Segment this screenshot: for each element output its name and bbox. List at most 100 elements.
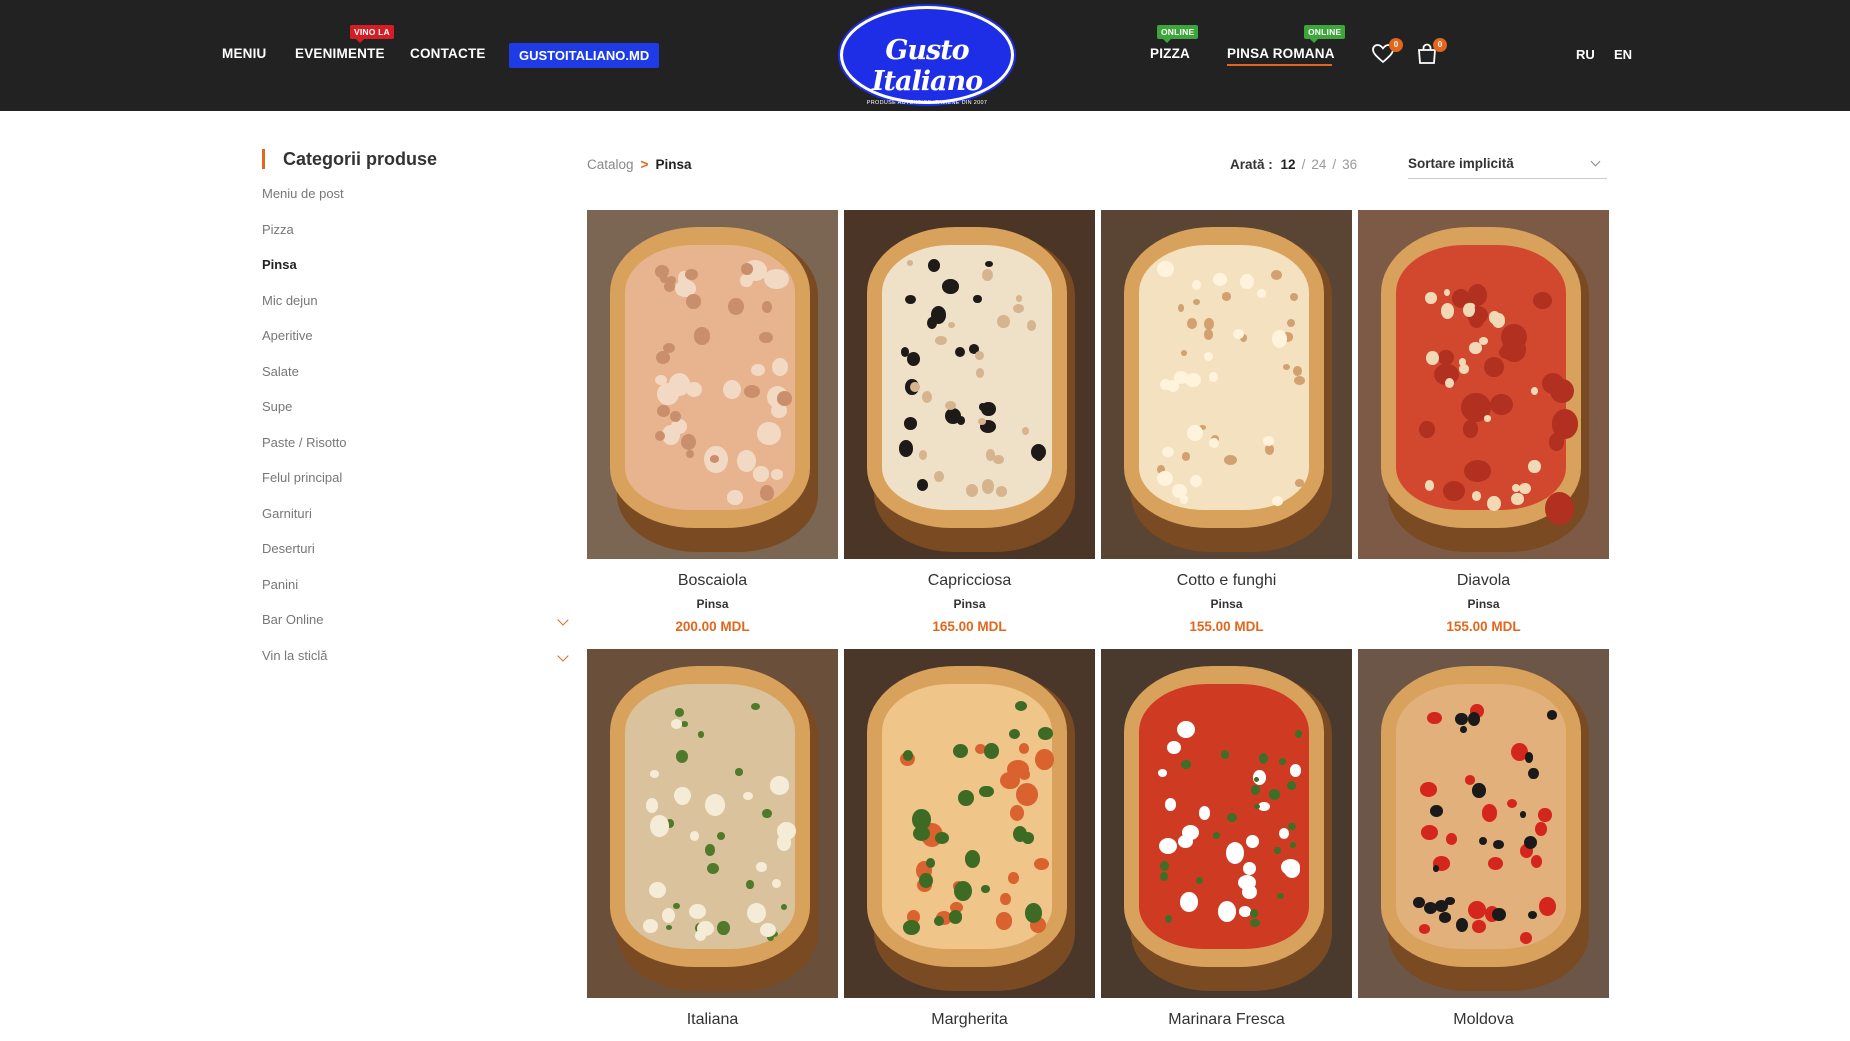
topping-piece <box>744 384 761 398</box>
product-card[interactable]: Moldova <box>1358 649 1609 1039</box>
topping-details <box>587 649 838 998</box>
per-page-option[interactable]: 12 <box>1281 157 1296 172</box>
category-item[interactable]: Mic dejun <box>262 293 567 329</box>
cart-button[interactable]: 0 <box>1415 38 1447 66</box>
topping-piece <box>1440 303 1455 320</box>
topping-piece <box>1237 874 1256 891</box>
topping-piece <box>1459 725 1467 734</box>
topping-piece <box>935 832 950 844</box>
category-item-vin[interactable]: Vin la sticlă <box>262 648 569 684</box>
topping-piece <box>674 708 684 717</box>
product-name[interactable]: Capricciosa <box>844 572 1095 592</box>
product-card[interactable]: Margherita <box>844 649 1095 1039</box>
nav-meniu[interactable]: MENIU <box>222 46 267 61</box>
product-name[interactable]: Marinara Fresca <box>1101 1011 1352 1031</box>
topping-piece <box>1224 454 1237 465</box>
category-item-active[interactable]: Pinsa <box>262 257 567 293</box>
product-card[interactable]: Diavola Pinsa 155.00 MDL <box>1358 210 1609 634</box>
per-page-option[interactable]: 24 <box>1311 157 1326 172</box>
chevron-down-icon[interactable] <box>557 649 569 662</box>
topping-piece <box>654 431 665 441</box>
category-item-bar-online[interactable]: Bar Online <box>262 612 569 648</box>
product-name[interactable]: Boscaiola <box>587 572 838 592</box>
lang-en[interactable]: EN <box>1614 47 1632 62</box>
topping-piece <box>981 479 994 494</box>
wishlist-button[interactable]: 0 <box>1371 38 1403 66</box>
topping-piece <box>1282 363 1290 370</box>
topping-piece <box>737 449 756 472</box>
topping-piece <box>759 485 774 501</box>
topping-piece <box>912 808 931 830</box>
category-item[interactable]: Deserturi <box>262 541 567 577</box>
topping-piece <box>1426 712 1442 725</box>
nav-pinsa-romana[interactable]: PINSA ROMANA <box>1227 46 1335 61</box>
nav-pizza[interactable]: PIZZA <box>1150 46 1190 61</box>
topping-piece <box>680 433 696 450</box>
product-image[interactable] <box>844 210 1095 559</box>
product-category[interactable]: Pinsa <box>587 597 838 611</box>
topping-piece <box>935 335 947 346</box>
product-card[interactable]: Italiana <box>587 649 838 1039</box>
topping-piece <box>997 314 1011 329</box>
product-category[interactable]: Pinsa <box>1358 597 1609 611</box>
product-category[interactable]: Pinsa <box>844 597 1095 611</box>
topping-piece <box>903 417 917 430</box>
topping-piece <box>1008 728 1021 740</box>
category-item[interactable]: Felul principal <box>262 470 567 506</box>
topping-piece <box>1443 288 1451 296</box>
chevron-down-icon[interactable] <box>557 614 569 626</box>
category-item[interactable]: Paste / Risotto <box>262 435 567 471</box>
product-card[interactable]: Marinara Fresca <box>1101 649 1352 1039</box>
nav-contacte[interactable]: CONTACTE <box>410 46 486 61</box>
topping-piece <box>1034 452 1044 462</box>
logo[interactable]: Gusto Italiano PRODUSE AUTENTICE ITALIEN… <box>840 6 1014 106</box>
topping-piece <box>1165 914 1173 923</box>
product-image[interactable] <box>1358 649 1609 998</box>
breadcrumb-current: Pinsa <box>655 157 692 172</box>
topping-piece <box>1209 438 1219 449</box>
topping-piece <box>1191 279 1202 290</box>
sort-value: Sortare implicită <box>1408 156 1514 171</box>
topping-piece <box>1258 752 1269 764</box>
topping-piece <box>1492 907 1507 922</box>
topping-piece <box>1464 460 1492 482</box>
category-item[interactable]: Panini <box>262 577 567 613</box>
topping-piece <box>1288 822 1296 831</box>
product-image[interactable] <box>1101 210 1352 559</box>
topping-piece <box>776 834 791 851</box>
product-image[interactable] <box>1358 210 1609 559</box>
category-item[interactable]: Aperitive <box>262 328 567 364</box>
nav-evenimente[interactable]: EVENIMENTE <box>295 46 385 61</box>
per-page-option[interactable]: 36 <box>1342 157 1357 172</box>
topping-piece <box>771 357 789 377</box>
category-item[interactable]: Garnituri <box>262 506 567 542</box>
site-link-button[interactable]: GUSTOITALIANO.MD <box>509 43 660 68</box>
topping-piece <box>1528 767 1539 780</box>
product-category[interactable]: Pinsa <box>1101 597 1352 611</box>
product-card[interactable]: Boscaiola Pinsa 200.00 MDL <box>587 210 838 634</box>
product-image[interactable] <box>844 649 1095 998</box>
product-name[interactable]: Margherita <box>844 1011 1095 1031</box>
product-card[interactable]: Capricciosa Pinsa 165.00 MDL <box>844 210 1095 634</box>
active-nav-underline <box>1227 64 1332 66</box>
product-name[interactable]: Cotto e funghi <box>1101 572 1352 592</box>
breadcrumb-catalog[interactable]: Catalog <box>587 157 634 172</box>
product-image[interactable] <box>587 649 838 998</box>
product-image[interactable] <box>1101 649 1352 998</box>
logo-tagline: PRODUSE AUTENTICE ITALIENE DIN 2007 <box>866 100 988 106</box>
category-item[interactable]: Salate <box>262 364 567 400</box>
product-card[interactable]: Cotto e funghi Pinsa 155.00 MDL <box>1101 210 1352 634</box>
sort-select[interactable]: Sortare implicită <box>1408 150 1607 179</box>
product-name[interactable]: Italiana <box>587 1011 838 1031</box>
category-item[interactable]: Supe <box>262 399 567 435</box>
lang-ru[interactable]: RU <box>1576 47 1595 62</box>
topping-piece <box>978 402 987 411</box>
product-name[interactable]: Diavola <box>1358 572 1609 592</box>
product-name[interactable]: Moldova <box>1358 1011 1609 1031</box>
category-item[interactable]: Meniu de post <box>262 186 567 222</box>
product-price: 165.00 MDL <box>932 619 1007 634</box>
category-item[interactable]: Pizza <box>262 222 567 258</box>
topping-piece <box>1455 712 1468 726</box>
topping-piece <box>1196 877 1204 885</box>
product-image[interactable] <box>587 210 838 559</box>
